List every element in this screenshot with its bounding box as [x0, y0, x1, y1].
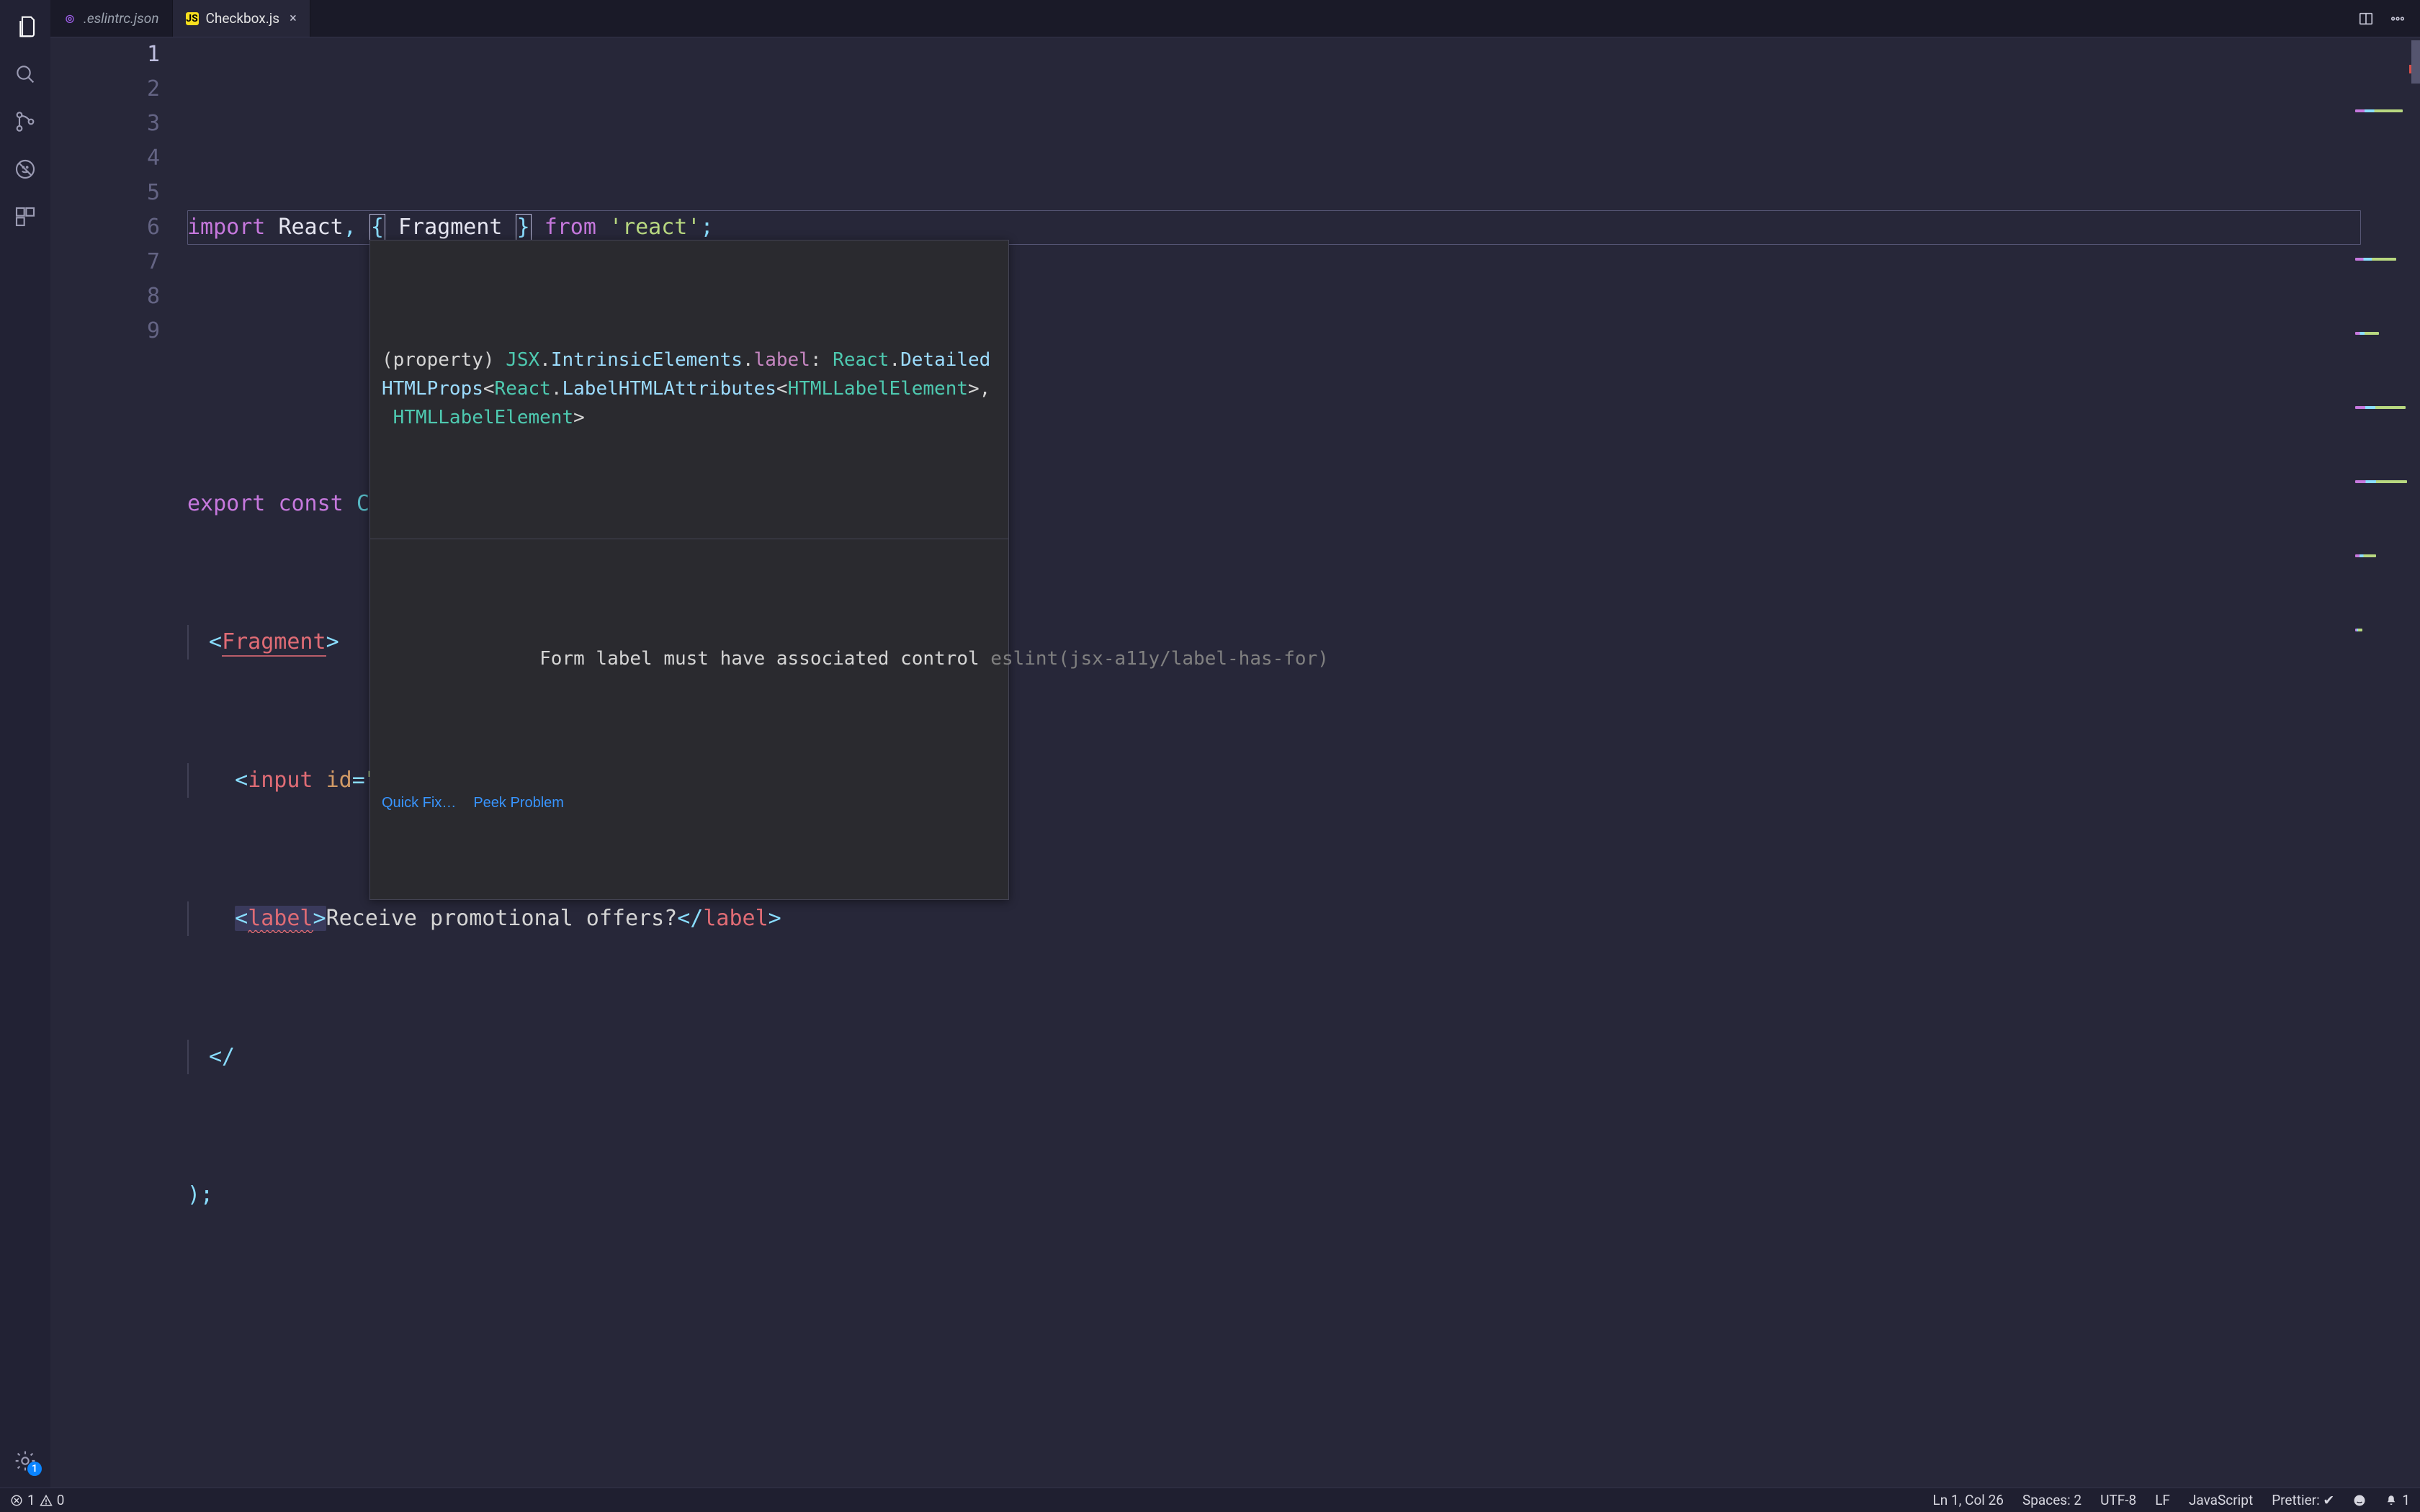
more-icon[interactable]: [2390, 11, 2406, 27]
editor[interactable]: 1 2 3 4 5 6 7 8 9 import React, { Fragme…: [50, 37, 2420, 1488]
status-encoding[interactable]: UTF-8: [2100, 1492, 2136, 1508]
feedback-icon[interactable]: [2353, 1494, 2366, 1507]
tab-checkbox-js[interactable]: JS Checkbox.js ×: [173, 0, 310, 37]
js-file-icon: JS: [186, 12, 199, 25]
line-gutter: 1 2 3 4 5 6 7 8 9: [50, 37, 187, 1488]
split-editor-icon[interactable]: [2358, 11, 2374, 27]
settings-gear-icon[interactable]: 1: [12, 1447, 39, 1475]
tab-label: .eslintrc.json: [84, 10, 159, 27]
tab-label: Checkbox.js: [206, 10, 280, 27]
status-bar: 1 0 Ln 1, Col 26 Spaces: 2 UTF-8 LF Java…: [0, 1488, 2420, 1512]
search-icon[interactable]: [12, 60, 39, 88]
status-cursor[interactable]: Ln 1, Col 26: [1933, 1492, 2004, 1508]
hover-tooltip: (property) JSX.IntrinsicElements.label: …: [369, 240, 1009, 900]
activity-bar: 1: [0, 0, 50, 1488]
hover-signature: (property) JSX.IntrinsicElements.label: …: [370, 310, 1008, 469]
code-area[interactable]: import React, { Fragment } from 'react';…: [187, 37, 2420, 1488]
status-problems[interactable]: 1 0: [10, 1492, 64, 1508]
settings-badge: 1: [27, 1462, 42, 1476]
status-language[interactable]: JavaScript: [2189, 1492, 2253, 1508]
explorer-icon[interactable]: [12, 13, 39, 40]
source-control-icon[interactable]: [12, 108, 39, 135]
code-line[interactable]: </: [187, 1040, 2420, 1074]
code-line[interactable]: [187, 1316, 2420, 1351]
code-line[interactable]: <label>Receive promotional offers?</labe…: [187, 901, 2420, 936]
notifications-icon[interactable]: 1: [2385, 1492, 2410, 1508]
debug-icon[interactable]: [12, 156, 39, 183]
code-line[interactable]: );: [187, 1178, 2420, 1212]
close-icon[interactable]: ×: [290, 11, 297, 26]
hover-problem: Form label must have associated control …: [370, 608, 1008, 711]
status-spaces[interactable]: Spaces: 2: [2022, 1492, 2081, 1508]
extensions-icon[interactable]: [12, 203, 39, 230]
quick-fix-button[interactable]: Quick Fix…: [382, 786, 456, 820]
tab-eslintrc[interactable]: ◎ .eslintrc.json: [50, 0, 173, 37]
peek-problem-button[interactable]: Peek Problem: [473, 786, 564, 820]
status-eol[interactable]: LF: [2155, 1492, 2170, 1508]
status-prettier[interactable]: Prettier: ✔: [2272, 1492, 2334, 1508]
tab-bar: ◎ .eslintrc.json JS Checkbox.js ×: [50, 0, 2420, 37]
json-file-icon: ◎: [63, 12, 76, 25]
